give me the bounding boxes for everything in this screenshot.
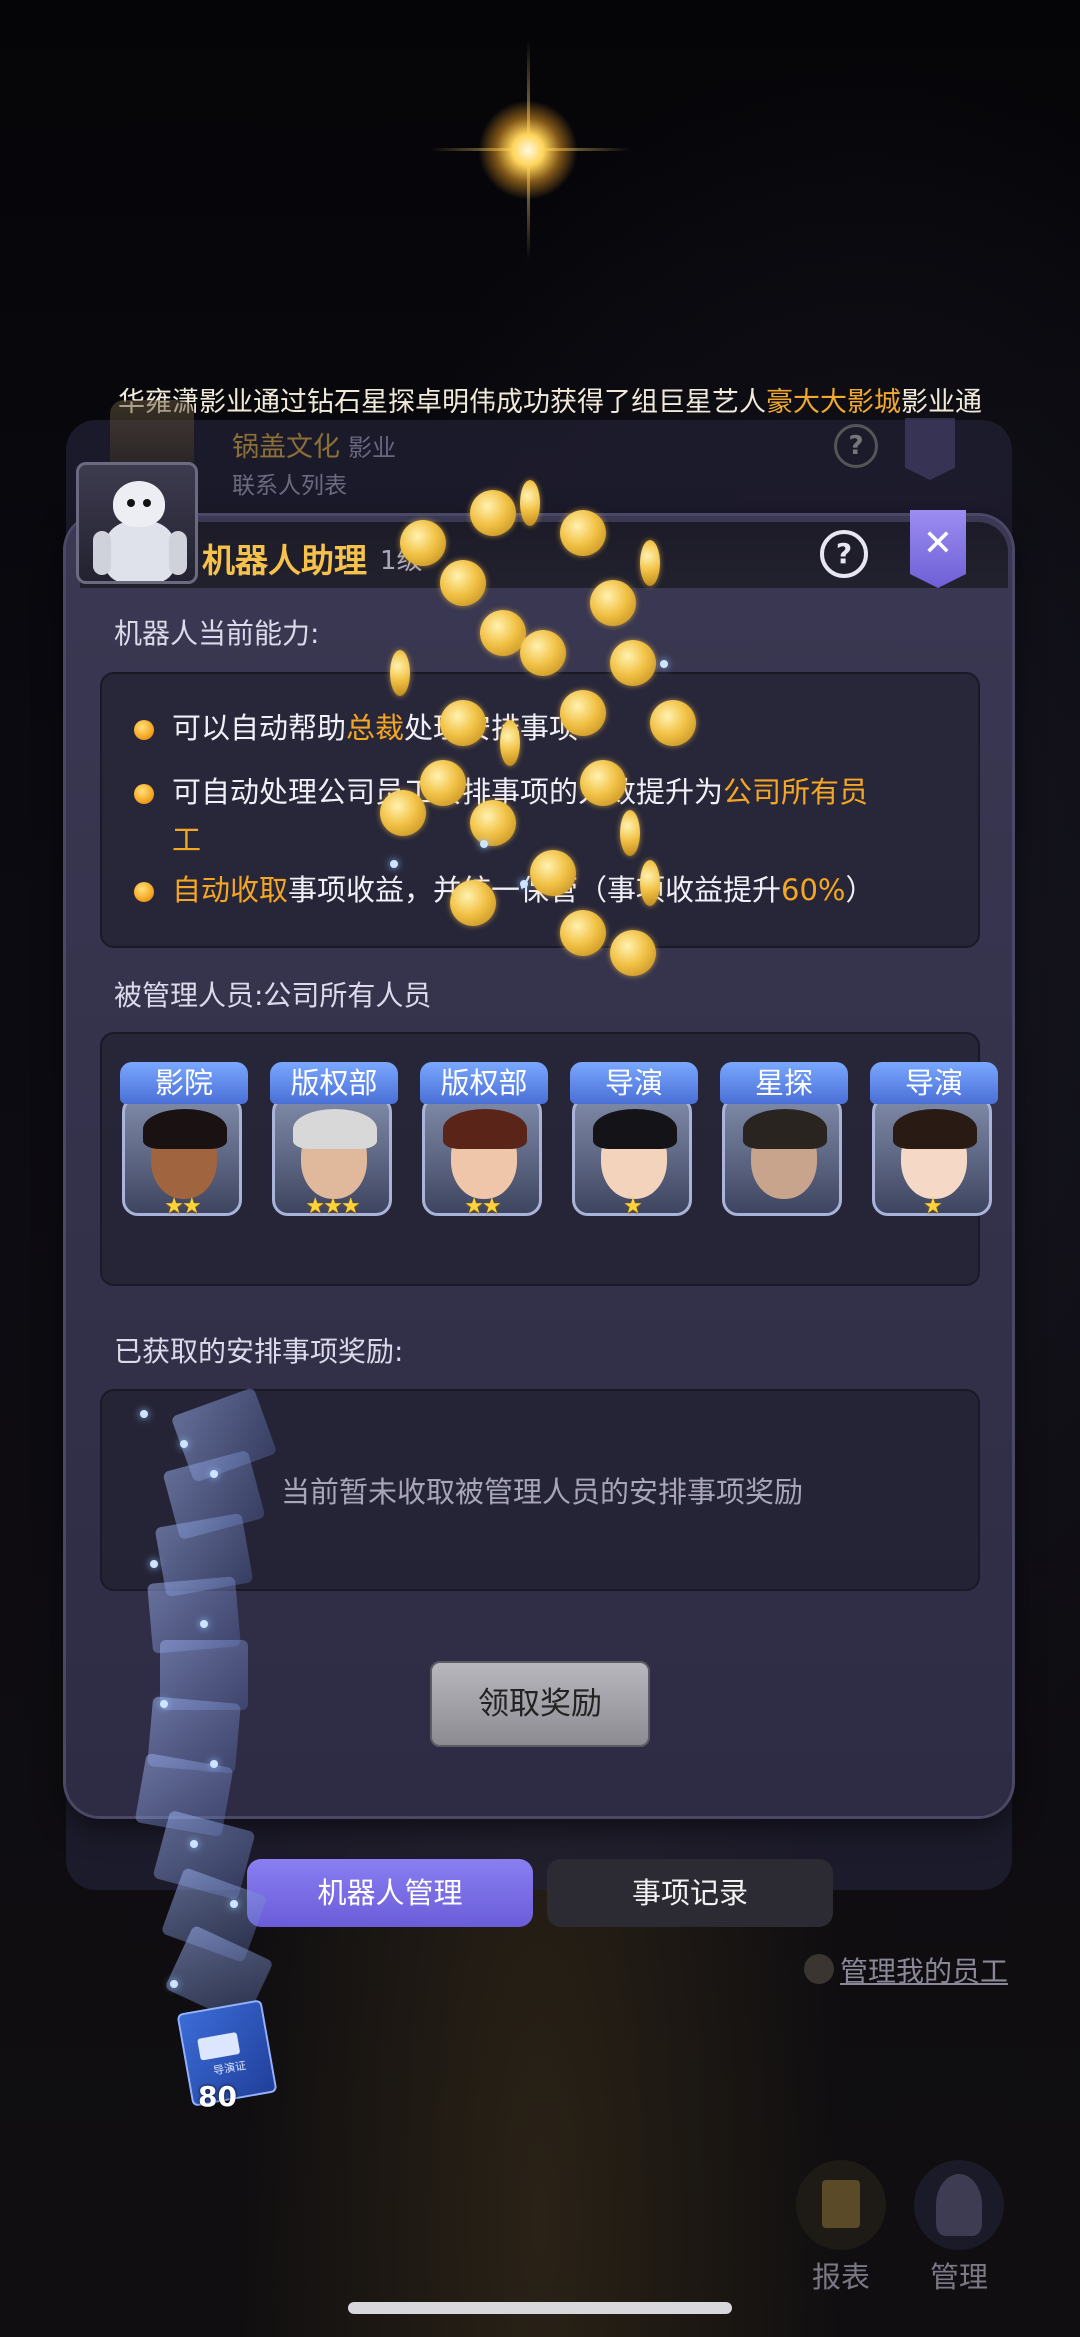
tab-robot-management[interactable]: 机器人管理 <box>247 1859 533 1927</box>
staff-card[interactable]: 导演 ★ <box>864 1062 1000 1222</box>
robot-avatar <box>76 462 198 584</box>
news-ticker: 华雍潇影业通过钻石星探卓明伟成功获得了组巨星艺人豪大大影城影业通 <box>118 387 982 418</box>
claim-reward-button[interactable]: 领取奖励 <box>430 1661 650 1747</box>
abilities-box: 可以自动帮助总裁处理安排事项 可自动处理公司员工安排事项的人数提升为公司所有员工… <box>100 672 980 948</box>
gold-coin-effect <box>560 690 606 736</box>
staff-card[interactable]: 导演 ★ <box>564 1062 700 1222</box>
star-rating: ★★ <box>164 1194 201 1219</box>
sparkle-effect <box>140 1410 148 1418</box>
gold-coin-effect <box>480 610 526 656</box>
staff-role-tag: 影院 <box>120 1062 248 1104</box>
staff-role-tag: 导演 <box>570 1062 698 1104</box>
sparkle-effect <box>390 860 398 868</box>
sparkle-effect <box>150 1560 158 1568</box>
gold-coin-effect <box>420 760 466 806</box>
gold-coin-effect <box>640 540 660 586</box>
background-close-button[interactable] <box>905 418 955 480</box>
gold-coin-effect <box>620 810 640 856</box>
gold-coin-effect <box>650 700 696 746</box>
background-company-title: 锅盖文化 影业 <box>232 432 396 463</box>
gold-coin-effect <box>450 880 496 926</box>
sparkle-effect <box>200 1620 208 1628</box>
report-icon <box>796 2160 886 2250</box>
staff-manage-icon <box>804 1954 834 1984</box>
bullet-icon <box>134 784 154 804</box>
staff-portrait <box>722 1096 842 1216</box>
star-rating: ★★ <box>464 1194 501 1219</box>
sparkle-effect <box>660 660 668 668</box>
staff-list: 影院 ★★ 版权部 ★★★ 版权部 ★★ 导演 ★ 星探 导演 ★ <box>114 1062 1000 1222</box>
item-count: 80 <box>198 2080 237 2113</box>
tab-task-records[interactable]: 事项记录 <box>547 1859 833 1927</box>
staff-role-tag: 导演 <box>870 1062 998 1104</box>
gold-coin-effect <box>470 490 516 536</box>
sparkle-effect <box>180 1440 188 1448</box>
gold-coin-effect <box>400 520 446 566</box>
bullet-icon <box>134 882 154 902</box>
staff-role-tag: 版权部 <box>420 1062 548 1104</box>
gold-coin-effect <box>590 580 636 626</box>
gold-coin-effect <box>500 720 520 766</box>
staff-role-tag: 版权部 <box>270 1062 398 1104</box>
sparkle-effect <box>230 1900 238 1908</box>
gold-coin-effect <box>440 700 486 746</box>
gold-coin-effect <box>640 860 660 906</box>
bullet-icon <box>134 720 154 740</box>
staff-role-tag: 星探 <box>720 1062 848 1104</box>
staff-card[interactable]: 星探 <box>714 1062 850 1222</box>
sparkle-effect <box>170 1980 178 1988</box>
close-button[interactable]: ✕ <box>910 510 966 588</box>
manage-staff-link[interactable]: 管理我的员工 <box>840 1950 1008 1990</box>
abilities-label: 机器人当前能力: <box>114 617 320 650</box>
star-rating: ★★★ <box>305 1194 360 1219</box>
gold-coin-effect <box>380 790 426 836</box>
ability-item: 自动收取事项收益，并统一保管（事项收益提升60%） <box>132 866 892 914</box>
sparkle-effect <box>210 1470 218 1478</box>
gold-coin-effect <box>520 480 540 526</box>
gold-coin-effect <box>610 640 656 686</box>
sparkle-effect <box>520 880 528 888</box>
sparkle-effect <box>210 1760 218 1768</box>
sparkle-effect <box>480 840 488 848</box>
star-rating: ★ <box>623 1194 643 1219</box>
gold-coin-effect <box>560 910 606 956</box>
gold-coin-effect <box>580 760 626 806</box>
background-contact-list-label: 联系人列表 <box>232 473 347 499</box>
sunburst-effect <box>478 100 578 200</box>
staff-card[interactable]: 版权部 ★★★ <box>264 1062 400 1222</box>
managed-staff-box: 影院 ★★ 版权部 ★★★ 版权部 ★★ 导演 ★ 星探 导演 ★ <box>100 1032 998 1286</box>
manage-button[interactable]: 管理 <box>914 2160 1004 2296</box>
dialog-title: 机器人助理 <box>202 541 367 580</box>
background-help-button[interactable]: ? <box>834 424 878 468</box>
home-indicator <box>348 2302 732 2314</box>
gold-coin-effect <box>560 510 606 556</box>
rewards-label: 已获取的安排事项奖励: <box>114 1335 404 1368</box>
gold-coin-effect <box>610 930 656 976</box>
managed-staff-label: 被管理人员:公司所有人员 <box>114 979 432 1012</box>
gold-coin-effect <box>390 650 410 696</box>
gold-coin-effect <box>440 560 486 606</box>
report-button[interactable]: 报表 <box>796 2160 886 2296</box>
sparkle-effect <box>160 1700 168 1708</box>
gold-coin-effect <box>530 850 576 896</box>
star-rating: ★ <box>923 1194 943 1219</box>
sparkle-effect <box>190 1840 198 1848</box>
staff-card[interactable]: 影院 ★★ <box>114 1062 250 1222</box>
gold-coin-effect <box>470 800 516 846</box>
gold-coin-effect <box>520 630 566 676</box>
staff-card[interactable]: 版权部 ★★ <box>414 1062 550 1222</box>
robot-manage-icon <box>914 2160 1004 2250</box>
help-button[interactable]: ? <box>820 530 868 578</box>
